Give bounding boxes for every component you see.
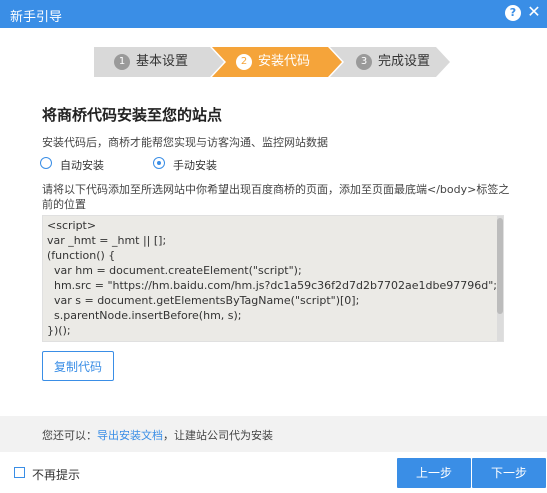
code-line: (function() {: [47, 249, 116, 262]
window-title: 新手引导: [10, 10, 63, 25]
radio-label: 自动安装: [60, 159, 104, 172]
title-bar: 新手引导 ? ✕: [0, 0, 547, 28]
step-install-code: 2 安装代码: [212, 47, 342, 77]
code-scrollbar[interactable]: [497, 216, 503, 341]
next-step-button[interactable]: 下一步: [472, 458, 546, 488]
footer-hint-band: 您还可以：导出安装文档，让建站公司代为安装: [0, 416, 547, 452]
radio-button[interactable]: [40, 157, 52, 169]
help-icon[interactable]: ?: [505, 5, 521, 21]
step-label: 安装代码: [258, 54, 311, 69]
code-instruction: 请将以下代码添加至所选网站中你希望出现百度商桥的页面，添加至页面最底端</bod…: [42, 183, 510, 211]
radio-button[interactable]: [153, 157, 165, 169]
code-line: hm.src = "https://hm.baidu.com/hm.js?dc1…: [47, 279, 497, 292]
footer-hint: 您还可以：导出安装文档，让建站公司代为安装: [42, 427, 273, 443]
prev-step-button[interactable]: 上一步: [397, 458, 471, 488]
bottom-bar: 不再提示 上一步 下一步: [0, 452, 547, 493]
step-label: 基本设置: [136, 54, 189, 69]
step-label: 完成设置: [378, 54, 431, 69]
code-line: })();: [47, 324, 71, 337]
code-line: <script>: [47, 219, 97, 232]
code-line: s.parentNode.insertBefore(hm, s);: [47, 309, 242, 322]
code-line: var hm = document.createElement("script"…: [47, 264, 302, 277]
step-number: 2: [236, 54, 252, 70]
footer-prefix: 您还可以：: [42, 429, 97, 442]
radio-label: 手动安装: [173, 159, 217, 172]
scrollbar-thumb[interactable]: [497, 218, 503, 314]
copy-code-button[interactable]: 复制代码: [42, 351, 114, 381]
step-number: 1: [114, 54, 130, 70]
step-basic-settings: 1 基本设置: [94, 47, 224, 77]
no-remind-checkbox[interactable]: [14, 467, 25, 478]
export-doc-link[interactable]: 导出安装文档: [97, 429, 163, 442]
close-icon[interactable]: ✕: [526, 3, 542, 21]
code-textarea[interactable]: <script> var _hmt = _hmt || []; (functio…: [42, 215, 504, 342]
footer-suffix: ，让建站公司代为安装: [163, 429, 273, 442]
no-remind-label: 不再提示: [32, 468, 81, 482]
section-heading: 将商桥代码安装至您的站点: [42, 106, 223, 124]
step-number: 3: [356, 54, 372, 70]
section-description: 安装代码后，商桥才能帮您实现与访客沟通、监控网站数据: [42, 136, 328, 149]
step-finish-settings: 3 完成设置: [330, 47, 450, 77]
code-line: var s = document.getElementsByTagName("s…: [47, 294, 360, 307]
code-line: var _hmt = _hmt || [];: [47, 234, 167, 247]
